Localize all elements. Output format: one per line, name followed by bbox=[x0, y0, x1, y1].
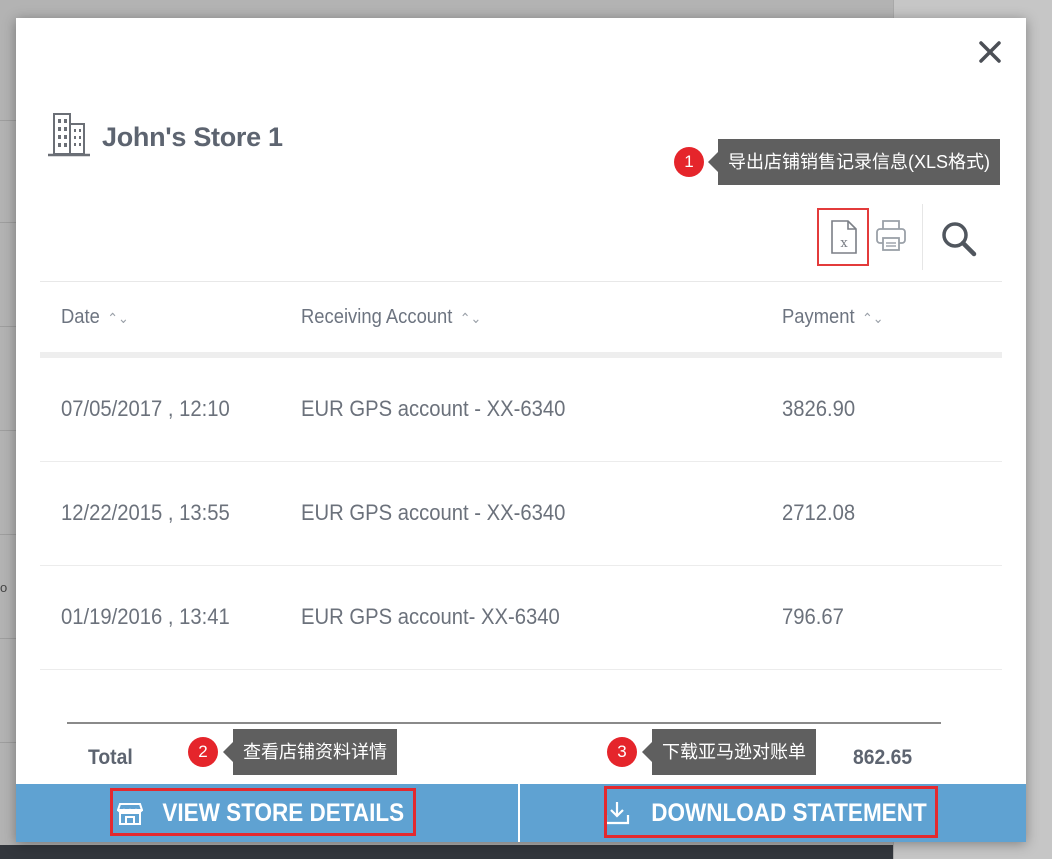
background-divider bbox=[0, 222, 16, 223]
cell-date: 12/22/2015 , 13:55 bbox=[61, 500, 230, 525]
total-label: Total bbox=[88, 746, 133, 769]
background-divider bbox=[0, 430, 16, 431]
cell-account: EUR GPS account - XX-6340 bbox=[301, 396, 566, 421]
background-divider bbox=[0, 742, 16, 743]
background-divider bbox=[0, 120, 16, 121]
cell-payment: 3826.90 bbox=[782, 396, 856, 421]
view-store-details-label: VIEW STORE DETAILS bbox=[162, 798, 404, 827]
table-top-border bbox=[40, 281, 1002, 282]
close-button[interactable] bbox=[974, 36, 1006, 68]
annotation-badge-1: 1 bbox=[674, 147, 704, 177]
building-icon bbox=[48, 113, 90, 157]
annotation-tooltip-download: 下载亚马逊对账单 bbox=[642, 729, 816, 775]
background-divider bbox=[0, 534, 16, 535]
search-icon[interactable] bbox=[940, 220, 978, 258]
cell-account: EUR GPS account - XX-6340 bbox=[301, 500, 566, 525]
total-value: 862.65 bbox=[853, 746, 913, 769]
annotation-badge-2: 2 bbox=[188, 737, 218, 767]
store-title: John's Store 1 bbox=[102, 122, 283, 152]
cell-payment: 2712.08 bbox=[782, 500, 856, 525]
toolbar-divider bbox=[922, 204, 923, 270]
cell-date: 01/19/2016 , 13:41 bbox=[61, 604, 230, 629]
column-header-account-label: Receiving Account bbox=[301, 306, 453, 328]
view-store-details-button[interactable]: VIEW STORE DETAILS bbox=[16, 784, 518, 842]
sort-icon: ⌃⌄ bbox=[107, 310, 129, 326]
column-header-account[interactable]: Receiving Account ⌃⌄ bbox=[301, 306, 481, 329]
column-header-date[interactable]: Date ⌃⌄ bbox=[61, 306, 129, 329]
modal-footer: VIEW STORE DETAILS DOWNLOAD STATEMENT bbox=[16, 784, 1026, 842]
background-bottom-bar bbox=[0, 845, 893, 859]
annotation-tooltip-export: 导出店铺销售记录信息(XLS格式) bbox=[707, 139, 1001, 185]
store-modal: John's Store 1 1 导出店铺销售记录信息(XLS格式) x Dat… bbox=[16, 18, 1026, 842]
xls-file-icon: x bbox=[831, 220, 857, 254]
column-header-payment-label: Payment bbox=[782, 306, 855, 328]
total-divider bbox=[67, 722, 941, 724]
sort-icon: ⌃⌄ bbox=[861, 310, 884, 326]
export-xls-button[interactable]: x bbox=[817, 208, 869, 266]
cell-account: EUR GPS account- XX-6340 bbox=[301, 604, 560, 629]
background-edge-text: o bbox=[0, 580, 8, 595]
download-statement-button[interactable]: DOWNLOAD STATEMENT bbox=[520, 784, 1026, 842]
background-divider bbox=[0, 638, 16, 639]
svg-text:x: x bbox=[840, 236, 848, 251]
table-row: 12/22/2015 , 13:55 EUR GPS account - XX-… bbox=[40, 462, 1002, 566]
background-divider bbox=[0, 326, 16, 327]
column-header-date-label: Date bbox=[61, 306, 100, 328]
cell-payment: 796.67 bbox=[782, 604, 844, 629]
print-icon[interactable] bbox=[874, 217, 908, 253]
annotation-tooltip-view-store: 查看店铺资料详情 bbox=[223, 729, 397, 775]
table-row: 07/05/2017 , 12:10 EUR GPS account - XX-… bbox=[40, 358, 1002, 462]
download-icon bbox=[604, 802, 630, 825]
column-header-payment[interactable]: Payment ⌃⌄ bbox=[782, 306, 884, 329]
download-statement-label: DOWNLOAD STATEMENT bbox=[651, 798, 927, 827]
sort-icon: ⌃⌄ bbox=[459, 310, 482, 326]
store-icon bbox=[116, 803, 143, 825]
close-icon bbox=[979, 41, 1001, 63]
annotation-badge-3: 3 bbox=[607, 737, 637, 767]
cell-date: 07/05/2017 , 12:10 bbox=[61, 396, 230, 421]
table-row: 01/19/2016 , 13:41 EUR GPS account- XX-6… bbox=[40, 566, 1002, 670]
